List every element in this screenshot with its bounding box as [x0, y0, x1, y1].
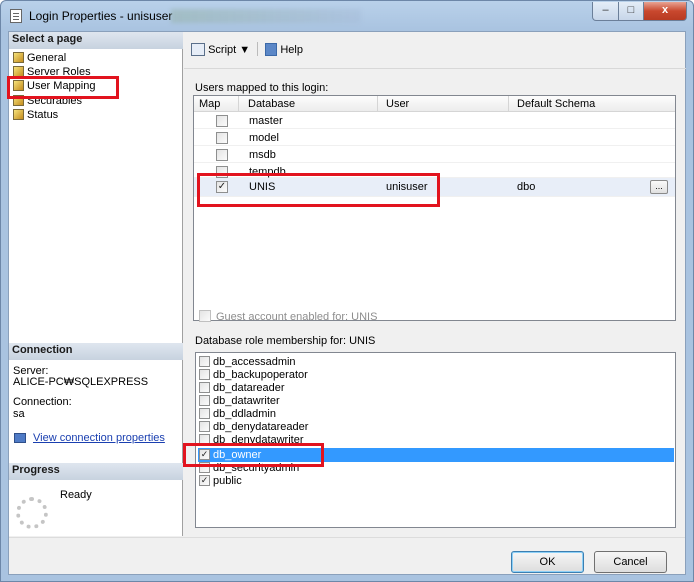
grid-header: Map Database User Default Schema — [194, 96, 675, 112]
role-label: public — [213, 475, 242, 487]
window-icon — [10, 9, 22, 23]
nav-item-label: General — [27, 52, 67, 64]
column-divider — [238, 96, 239, 112]
page-icon — [13, 52, 24, 63]
role-label: db_backupoperator — [213, 369, 308, 381]
progress-status: Ready — [60, 489, 92, 501]
list-item[interactable]: db_datareader — [198, 382, 674, 394]
map-checkbox[interactable] — [216, 149, 228, 161]
map-checkbox[interactable] — [216, 115, 228, 127]
progress-header: Progress — [9, 463, 183, 480]
maximize-button[interactable]: □ — [618, 2, 644, 21]
connection-value: sa — [13, 408, 25, 420]
user-mapping-grid: Map Database User Default Schema master … — [193, 95, 676, 321]
progress-spinner-icon — [16, 497, 48, 529]
role-membership-label: Database role membership for: UNIS — [195, 335, 376, 347]
title-bar-blurred-area — [171, 9, 361, 23]
toolbar: Script ▼ Help — [191, 42, 303, 58]
minimize-button[interactable]: – — [592, 2, 619, 21]
connection-properties-icon — [14, 433, 26, 443]
database-cell: model — [249, 132, 279, 144]
role-checkbox[interactable] — [199, 382, 210, 393]
help-button[interactable]: Help — [280, 44, 303, 56]
table-row[interactable]: model — [194, 130, 675, 146]
database-cell: master — [249, 115, 283, 127]
guest-account-label: Guest account enabled for: UNIS — [216, 311, 378, 323]
list-item[interactable]: db_denydatareader — [198, 421, 674, 433]
default-schema-cell[interactable]: dbo — [517, 181, 535, 193]
role-membership-list: db_accessadmin db_backupoperator db_data… — [195, 352, 676, 528]
role-label: db_denydatareader — [213, 421, 309, 433]
view-connection-properties-link[interactable]: View connection properties — [33, 432, 165, 444]
highlight-box-user-mapping — [7, 76, 119, 99]
dialog-client-area: Select a page General Server Roles User … — [8, 31, 686, 575]
nav-item-status[interactable]: Status — [13, 109, 58, 121]
role-label: db_datawriter — [213, 395, 280, 407]
nav-item-label: Status — [27, 109, 59, 121]
list-item[interactable]: db_datawriter — [198, 395, 674, 407]
guest-account-option: Guest account enabled for: UNIS — [199, 310, 377, 323]
script-dropdown-arrow-icon[interactable]: ▼ — [239, 44, 250, 56]
role-checkbox[interactable] — [199, 356, 210, 367]
users-mapped-label: Users mapped to this login: — [195, 82, 329, 94]
select-page-header: Select a page — [9, 32, 183, 49]
script-button[interactable]: Script — [208, 44, 236, 56]
ok-button[interactable]: OK — [511, 551, 584, 573]
column-header-database[interactable]: Database — [248, 98, 295, 110]
role-label: db_accessadmin — [213, 356, 296, 368]
database-cell: msdb — [249, 149, 276, 161]
nav-item-general[interactable]: General — [13, 52, 66, 64]
list-item[interactable]: db_accessadmin — [198, 356, 674, 368]
role-checkbox[interactable]: ✓ — [199, 475, 210, 486]
highlight-box-unis-row — [197, 173, 440, 207]
role-checkbox[interactable] — [199, 408, 210, 419]
guest-account-checkbox[interactable] — [199, 310, 211, 322]
list-item[interactable]: ✓ public — [198, 475, 674, 487]
list-item[interactable]: db_ddladmin — [198, 408, 674, 420]
map-checkbox[interactable] — [216, 132, 228, 144]
browse-schema-button[interactable]: ... — [650, 180, 668, 194]
close-button[interactable]: x — [643, 2, 687, 21]
server-value: ALICE-PC₩SQLEXPRESS — [13, 376, 149, 388]
role-label: db_ddladmin — [213, 408, 276, 420]
role-checkbox[interactable] — [199, 421, 210, 432]
page-icon — [13, 109, 24, 120]
table-row[interactable]: msdb — [194, 147, 675, 163]
column-divider — [377, 96, 378, 112]
window-title: Login Properties - unisuser — [29, 9, 173, 23]
connection-header: Connection — [9, 343, 183, 360]
list-item[interactable]: db_backupoperator — [198, 369, 674, 381]
toolbar-separator — [257, 42, 259, 56]
column-header-map[interactable]: Map — [199, 98, 220, 110]
title-bar[interactable]: Login Properties - unisuser – □ x — [1, 1, 693, 31]
highlight-box-db-owner — [183, 443, 324, 467]
dialog-button-bar: OK Cancel — [9, 537, 685, 574]
column-divider — [508, 96, 509, 112]
column-header-default-schema[interactable]: Default Schema — [517, 98, 595, 110]
role-label: db_datareader — [213, 382, 285, 394]
left-pane: Select a page General Server Roles User … — [9, 32, 183, 536]
role-checkbox[interactable] — [199, 395, 210, 406]
help-icon[interactable] — [265, 43, 278, 56]
column-header-user[interactable]: User — [386, 98, 409, 110]
toolbar-divider — [184, 68, 686, 69]
table-row[interactable]: master — [194, 113, 675, 129]
cancel-button[interactable]: Cancel — [594, 551, 667, 573]
connection-label: Connection: — [13, 396, 72, 408]
script-icon[interactable] — [191, 43, 205, 56]
role-checkbox[interactable] — [199, 369, 210, 380]
